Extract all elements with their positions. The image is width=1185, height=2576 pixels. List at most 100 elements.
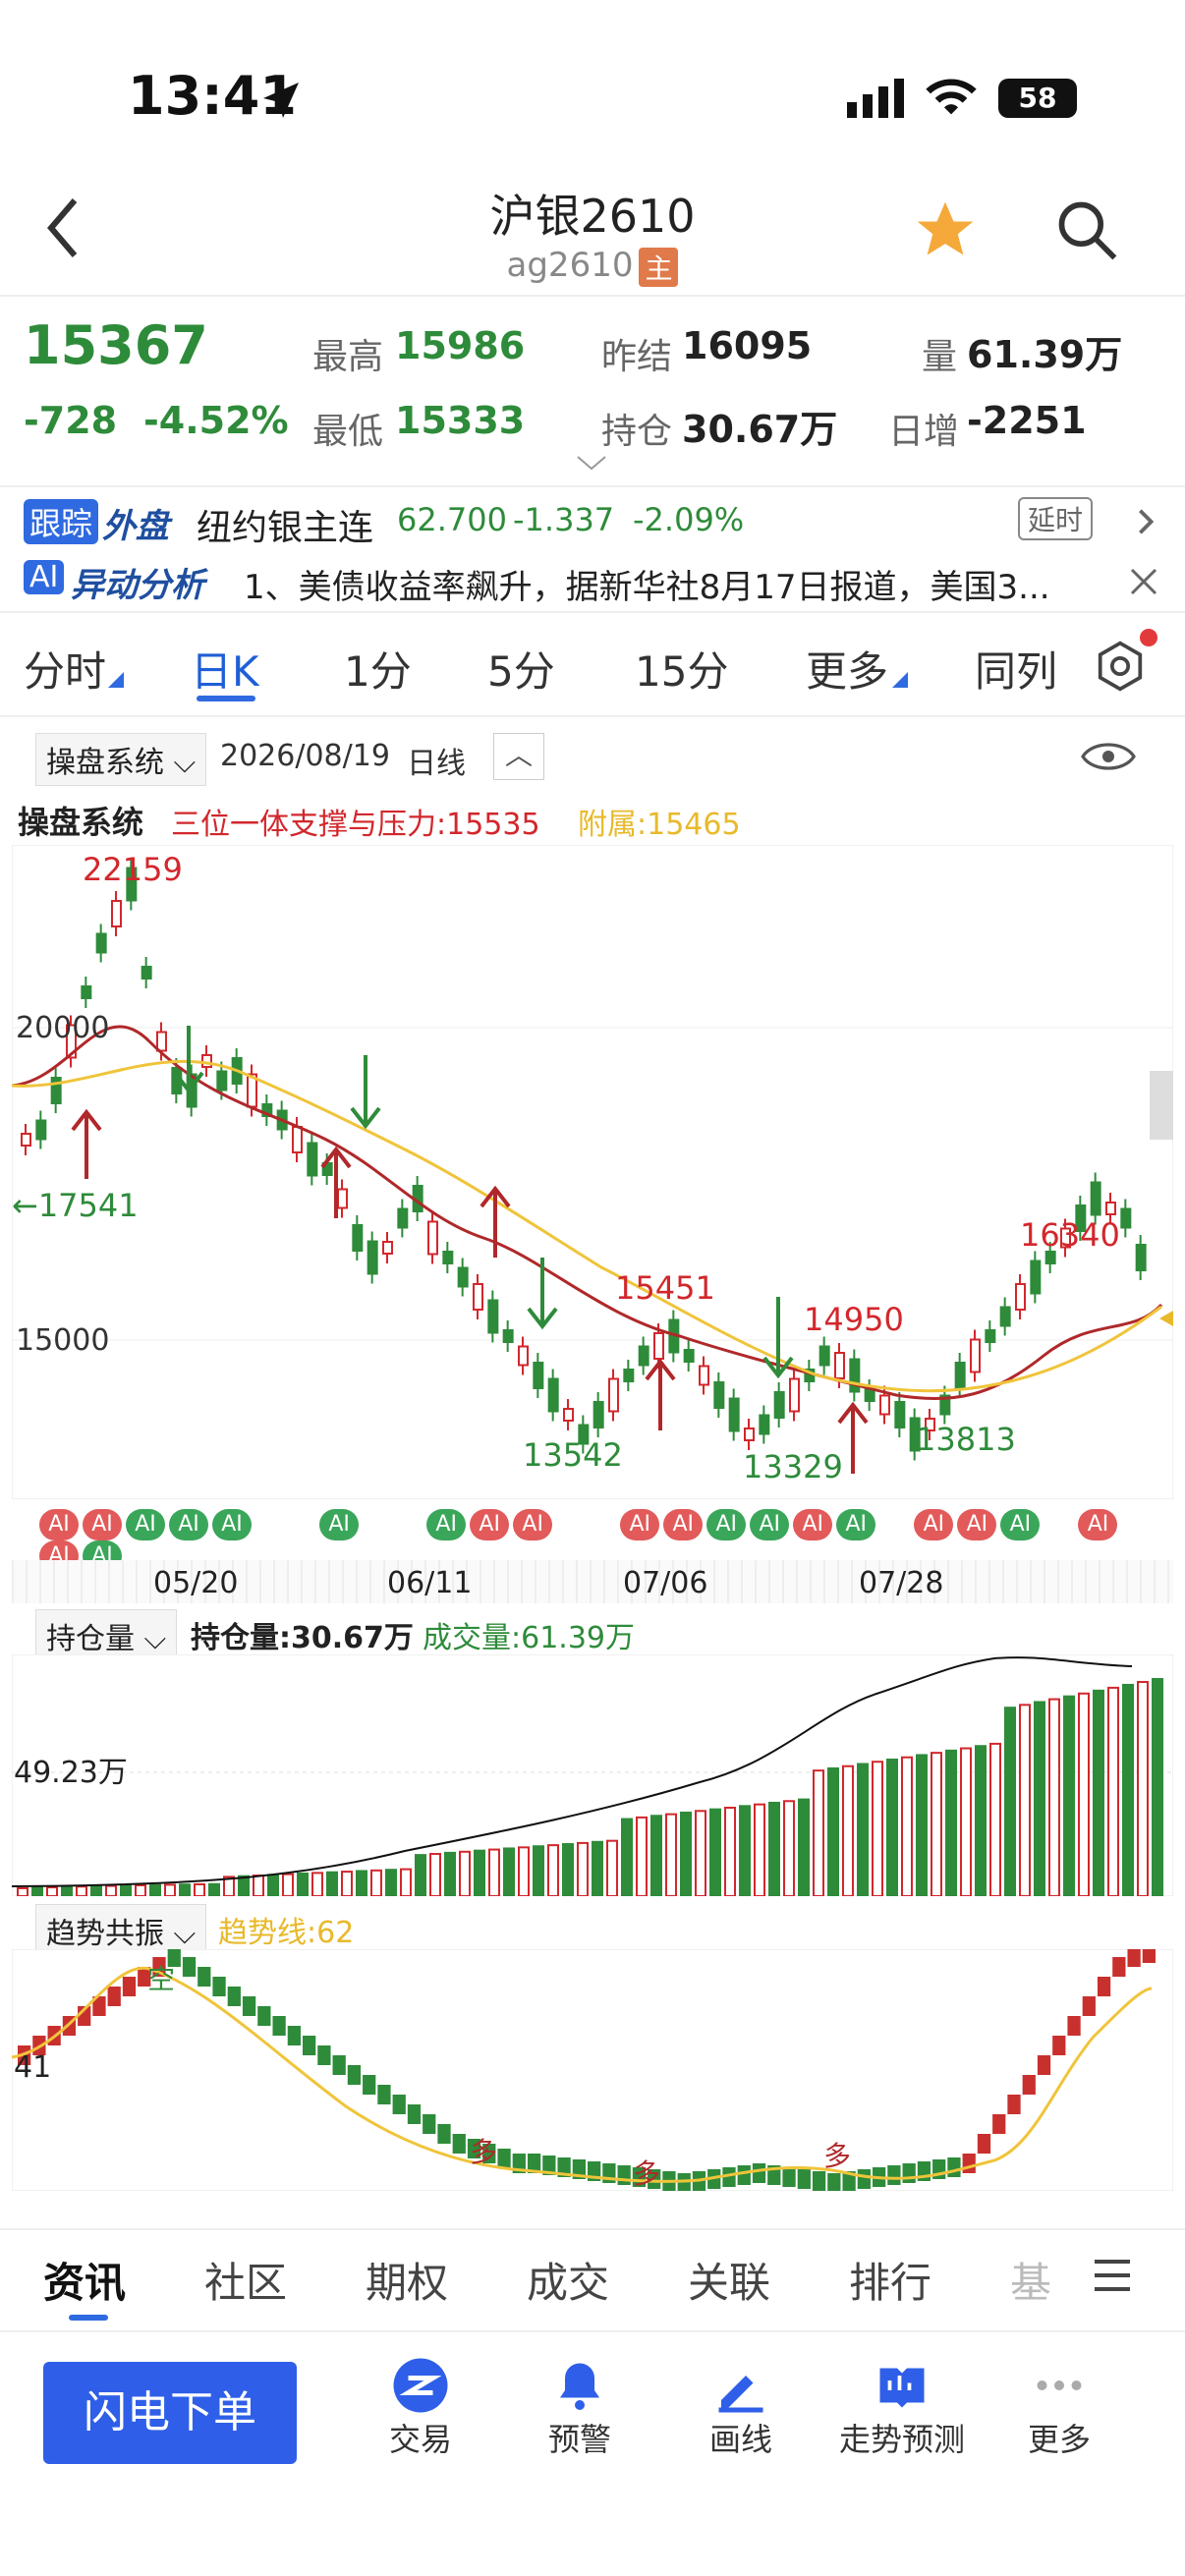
ai-marker[interactable]: AI [470,1509,510,1540]
label-high-22159: 22159 [83,851,183,888]
ai-marker[interactable]: AI [169,1509,208,1540]
candle-body [894,1401,906,1428]
ai-marker[interactable]: AI [914,1509,954,1540]
trend-line-legend: 趋势线:62 [218,1916,355,1950]
candle-body [773,1391,785,1419]
candle-body [427,1220,438,1256]
candle-body [533,1362,544,1389]
trend-block [227,1987,241,2006]
trend-block [212,1977,226,1996]
ai-marker[interactable]: AI [319,1509,360,1540]
expand-chevron-icon[interactable] [574,454,609,472]
ai-news-row[interactable]: AI 异动分析 1、美债收益率飙升，据新华社8月17日报道，美国3... [0,550,1185,609]
close-icon[interactable] [1130,568,1157,595]
label-high-14950: 14950 [804,1301,904,1338]
dock-item-forecast[interactable]: 走势预测 [825,2356,979,2460]
tab-intraday[interactable]: 分时 [24,639,106,699]
volume-bar [297,1873,309,1896]
delay-badge: 延时 [1018,497,1094,540]
trend-block [1052,2036,1066,2055]
indicator-legend: 操盘系统 三位一体支撑与压力:15535 附属:15465 [0,794,1185,842]
dock-item-trade[interactable]: 交易 [371,2356,470,2460]
candle-body [623,1369,635,1382]
volume-bar [754,1803,765,1896]
ai-news-text: 1、美债收益率飙升，据新华社8月17日报道，美国3... [244,568,1050,607]
tab-5min[interactable]: 5分 [487,639,555,699]
active-tab-indicator [69,2315,108,2321]
foreign-contract-name: 纽约银主连 [197,508,374,548]
trend-chart[interactable]: 41 空 多 多 多 [12,1949,1173,2191]
ai-marker[interactable]: AI [126,1509,165,1540]
volume-bar [194,1882,205,1896]
star-icon[interactable] [912,196,979,263]
volume-bar [474,1849,485,1896]
volume-bar [1063,1695,1075,1896]
ai-marker[interactable]: AI [706,1509,747,1540]
divider [0,485,1185,487]
volume-bar [1048,1698,1060,1896]
ai-marker[interactable]: AI [426,1509,467,1540]
candle-body [487,1299,499,1334]
oi-selector-label: 持仓量 [46,1622,135,1656]
settings-hexagon-icon[interactable] [1093,639,1148,694]
ai-marker[interactable]: AI [957,1509,997,1540]
flash-order-button[interactable]: 闪电下单 [43,2362,297,2464]
tab-trades[interactable]: 成交 [527,2250,609,2310]
ai-marker[interactable]: AI [513,1509,553,1540]
trend-block [452,2134,466,2154]
ai-marker[interactable]: AI [83,1509,122,1540]
ai-marker[interactable]: AI [1078,1509,1118,1540]
kline-chart[interactable]: 20000 15000 22159 ←17541 13542 15451 149… [12,845,1173,1499]
search-icon[interactable] [1053,196,1120,263]
tab-ranking[interactable]: 排行 [849,2250,931,2310]
tab-15min[interactable]: 15分 [635,639,728,699]
ai-marker[interactable]: AI [793,1509,833,1540]
tab-daily-k[interactable]: 日K [191,639,259,699]
collapse-button[interactable]: ︿ [493,733,544,780]
candle-body [563,1408,574,1422]
trend-block [198,1967,211,1987]
foreign-market-row[interactable]: 跟踪 外盘 纽约银主连 62.700 -1.337 -2.09% 延时 [0,491,1185,550]
dock-item-alert[interactable]: 预警 [531,2356,629,2460]
side-handle[interactable] [1150,1071,1173,1140]
ai-marker[interactable]: AI [836,1509,876,1540]
tab-related[interactable]: 关联 [688,2250,770,2310]
candle-body [713,1381,725,1409]
dock-item-draw[interactable]: 画线 [692,2356,790,2460]
trend-block [497,2149,511,2168]
menu-icon[interactable] [1091,2258,1134,2293]
chevron-right-icon[interactable] [1136,507,1156,536]
trend-block [617,2165,631,2185]
ai-marker[interactable]: AI [212,1509,252,1540]
volume-bar [356,1870,367,1896]
tab-more[interactable]: 更多 [806,639,888,699]
tab-fundamentals[interactable]: 基 [1010,2250,1051,2310]
ai-marker[interactable]: AI [750,1509,790,1540]
trend-block [812,2171,826,2191]
ai-marker[interactable]: AI [39,1509,79,1540]
ai-marker[interactable]: AI [1000,1509,1041,1540]
dock-label-draw: 画线 [708,2421,772,2458]
volume-bar [886,1758,898,1896]
tab-news[interactable]: 资讯 [43,2250,126,2310]
tab-same-column[interactable]: 同列 [975,639,1057,699]
tab-1min[interactable]: 1分 [344,639,412,699]
tab-community[interactable]: 社区 [204,2250,287,2310]
trend-block [782,2167,796,2187]
system-selector[interactable]: 操盘系统 ⌵ [35,733,207,786]
ai-marker[interactable]: AI [620,1509,660,1540]
candle-body [879,1394,890,1416]
oi-volume-chart[interactable]: 49.23万 [12,1654,1173,1896]
candle-body [21,1133,31,1147]
candle-body [864,1388,875,1402]
candle-body [608,1377,619,1413]
dock-item-more[interactable]: 更多 [1010,2356,1108,2460]
ai-marker[interactable]: AI [663,1509,704,1540]
date-axis[interactable]: 05/20 06/11 07/06 07/28 [12,1560,1173,1603]
volume-bar [665,1813,677,1896]
eye-icon[interactable] [1081,739,1136,774]
tab-options[interactable]: 期权 [366,2250,448,2310]
dock-label-alert: 预警 [547,2421,611,2458]
volume-bar [768,1801,780,1896]
candle-body [547,1377,559,1413]
